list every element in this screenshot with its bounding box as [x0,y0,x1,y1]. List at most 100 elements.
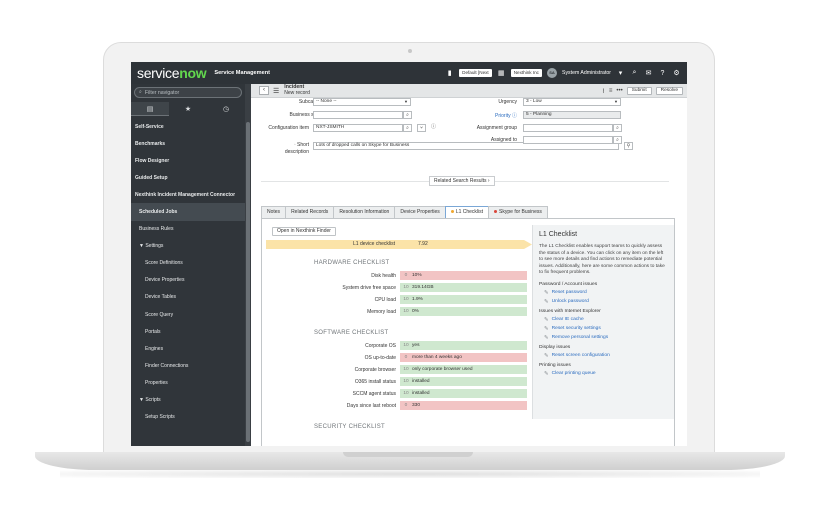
assignment-group-lookup-icon[interactable]: ⌕ [613,124,622,132]
checklist-row[interactable]: Corporate OS 10 yes [262,341,532,351]
help-group-title: Issues with Internet Explorer [539,308,601,314]
filter-placeholder: Filter navigator [144,89,180,96]
sidebar-item[interactable]: Self-Service [131,118,245,135]
favorites-tab[interactable]: ★ [169,102,207,116]
checklist-row[interactable]: OS up-to-date 0 more than 4 weeks ago [262,353,532,363]
form-header-actions: ⌇ ≡ ••• Submit Resolve [602,87,683,95]
sidebar-item[interactable]: Setup Scripts [131,409,245,426]
avatar[interactable]: SA [546,68,557,78]
navigator-tabs: ▤ ★ ◷ [131,102,245,116]
chevron-down-icon: ▼ [404,99,408,104]
list-icon: ▤ [146,105,154,113]
tab-related-records[interactable]: Related Records [285,206,335,218]
device-checklist-score: 7.92 [418,241,428,247]
help-action-link[interactable]: ✎ Clear IE cache [539,317,668,323]
checklist-row[interactable]: Disk health 0 10% [262,271,532,281]
tab-notes[interactable]: Notes [261,206,287,218]
sidebar-item[interactable]: Portals [131,323,245,340]
business-service-input[interactable] [313,111,403,119]
sidebar-item[interactable]: Nexthink Incident Management Connector [131,186,245,203]
user-menu[interactable]: System Administrator [562,70,611,76]
assigned-to-lookup-icon[interactable]: ⌕ [613,136,622,144]
help-action-link[interactable]: ✎ Reset password [539,290,668,296]
sidebar-item[interactable]: Guided Setup [131,169,245,186]
open-in-nexthink-finder-button[interactable]: Open in Nexthink Finder [272,227,336,236]
spellcheck-icon[interactable]: ◦ [294,142,296,148]
history-tab[interactable]: ◷ [207,102,245,116]
checklist-row[interactable]: O365 install status 10 installed [262,377,532,387]
top-bar: servicenow Service Management ▮ Default … [131,62,687,84]
suggestion-icon[interactable]: ⚲ [624,142,633,150]
checklist-item-text: 1.9% [412,297,423,302]
checklist-item-score: 10 [403,367,409,372]
related-search-results-button[interactable]: Related Search Results › [429,176,495,186]
servicenow-logo[interactable]: servicenow [137,65,207,81]
help-action-link[interactable]: ✎ Unlock password [539,299,668,305]
checklist-row[interactable]: System drive free space 10 319.14GB [262,283,532,293]
sidebar-item[interactable]: Device Properties [131,272,245,289]
sidebar-item[interactable]: Properties [131,374,245,391]
sidebar-item[interactable]: ▼ Settings [131,238,245,255]
back-button[interactable]: ‹ [259,86,269,95]
filter-navigator-input[interactable]: ⌕ Filter navigator [134,87,242,98]
nav-list: Self-Service Benchmarks Flow Designer Guide… [131,118,245,426]
checklist-row[interactable]: Memory load 10 0% [262,307,532,317]
business-service-lookup-icon[interactable]: ⌕ [403,111,412,119]
sidebar-item[interactable]: Finder Connections [131,357,245,374]
tab-resolution-information[interactable]: Resolution Information [333,206,396,218]
chevron-down-icon[interactable]: ▾ [616,69,625,78]
top-bar-actions: ▮ Default [Next ▦ Nexthink Inc SA System… [445,62,681,84]
chat-icon[interactable]: ✉ [644,69,653,78]
sidebar-item[interactable]: Device Tables [131,289,245,306]
checklist-item-label: System drive free space [342,285,396,291]
ci-dependency-icon[interactable]: ⑂ [417,124,426,132]
domain-select[interactable]: Nexthink Inc [510,69,542,77]
sidebar-item[interactable]: Scheduled Jobs [131,203,245,221]
sidebar-item[interactable]: Engines [131,340,245,357]
paperclip-icon[interactable]: ⌇ [602,88,605,95]
help-icon[interactable]: ? [658,69,667,78]
gear-icon[interactable]: ⚙ [672,69,681,78]
settings-sliders-icon[interactable]: ≡ [609,88,613,94]
assigned-to-input[interactable] [523,136,613,144]
resolve-button[interactable]: Resolve [655,87,683,95]
subcategory-select[interactable]: -- None -- ▼ [313,98,411,106]
configuration-item-lookup-icon[interactable]: ⌕ [403,124,412,132]
update-set-icon[interactable]: ▮ [445,69,454,78]
configuration-item-input[interactable]: NXT-JSMITH [313,124,403,132]
checklist-row[interactable]: SCCM agent status 10 installed [262,389,532,399]
search-icon[interactable]: ⌕ [630,69,639,78]
checklist-row[interactable]: CPU load 10 1.9% [262,295,532,305]
navigator-scroll-thumb[interactable] [246,122,250,442]
checklist-row[interactable]: Days since last reboot 0 330 [262,401,532,411]
assignment-group-input[interactable] [523,124,613,132]
sidebar-item[interactable]: Business Rules [131,221,245,238]
help-action-link[interactable]: ✎ Reset screen configuration [539,353,668,359]
domain-icon[interactable]: ▦ [497,69,506,78]
status-dot [494,210,498,214]
context-menu-icon[interactable]: ☰ [273,87,279,95]
help-action-link[interactable]: ✎ Reset security settings [539,326,668,332]
help-action-link[interactable]: ✎ Clear printing queue [539,371,668,377]
urgency-select[interactable]: 3 - Low ▼ [523,98,621,106]
all-apps-tab[interactable]: ▤ [131,102,169,116]
info-icon[interactable]: ⓘ [429,124,438,132]
checklist-item-score: 10 [403,297,409,302]
help-action-link[interactable]: ✎ Remove personal settings [539,335,668,341]
more-icon[interactable]: ••• [616,88,622,94]
sidebar-item[interactable]: Score Definitions [131,255,245,272]
tab-device-properties[interactable]: Device Properties [394,206,446,218]
sidebar-item[interactable]: Benchmarks [131,135,245,152]
sidebar-item[interactable]: Score Query [131,306,245,323]
tab-skype-for-business[interactable]: Skype for Business [488,206,548,218]
checklist-row[interactable]: Corporate browser 10 only corporate browse… [262,365,532,375]
submit-button[interactable]: Submit [626,87,652,95]
sidebar-item[interactable]: ▼ Scripts [131,392,245,409]
priority-help-icon[interactable]: ⓘ [512,113,517,119]
help-action-label: Clear printing queue [551,371,596,377]
tab-l1-checklist[interactable]: L1 Checklist [444,206,490,218]
sidebar-item[interactable]: Flow Designer [131,152,245,169]
help-intro: The L1 Checklist enables support teams t… [539,244,665,276]
update-set-select[interactable]: Default [Next [459,69,492,77]
status-dot [450,210,454,214]
